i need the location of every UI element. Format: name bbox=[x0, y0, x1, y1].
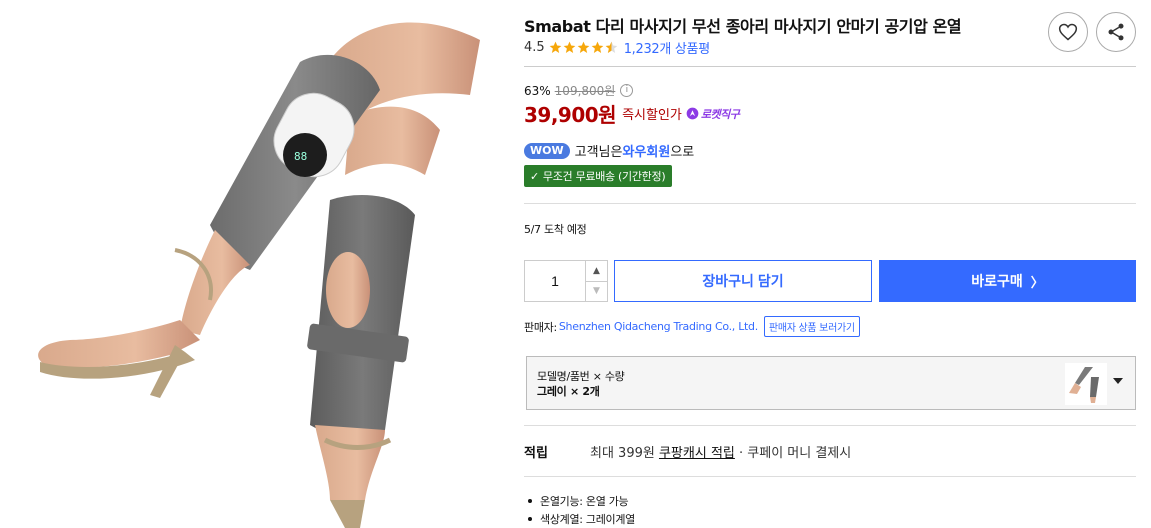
reward-text: 최대 399원 쿠팡캐시 적립 · 쿠페이 머니 결제시 bbox=[590, 442, 851, 461]
check-icon: ✓ bbox=[530, 169, 539, 183]
rating-value: 4.5 bbox=[524, 39, 545, 55]
star-icon bbox=[549, 41, 562, 53]
leg-massager-photo: 88 bbox=[38, 22, 480, 528]
review-count-link[interactable]: 1,232개 상품평 bbox=[624, 38, 711, 57]
seller-products-button[interactable]: 판매자 상품 보러가기 bbox=[763, 316, 860, 337]
option-label: 모델명/품번 × 수량 bbox=[537, 370, 625, 383]
wow-badge: WOW bbox=[524, 142, 570, 159]
reward-suffix: · 쿠페이 머니 결제시 bbox=[734, 446, 852, 461]
spec-list: 온열기능: 온열 가능 색상계열: 그레이계열 bbox=[524, 492, 635, 528]
membership-row: WOW 고객님은 와우회원 으로 bbox=[524, 141, 694, 160]
coupang-cash-link[interactable]: 쿠팡캐시 적립 bbox=[659, 446, 735, 461]
product-main-image[interactable]: 88 bbox=[0, 0, 500, 528]
caret-down-icon bbox=[1113, 378, 1123, 384]
option-selector[interactable]: 모델명/품번 × 수량 그레이 × 2개 bbox=[526, 356, 1136, 410]
rocket-badge-label: 로켓직구 bbox=[700, 107, 740, 121]
discount-percent: 63% bbox=[524, 83, 551, 98]
wishlist-button[interactable] bbox=[1048, 12, 1088, 52]
add-to-cart-button[interactable]: 장바구니 담기 bbox=[614, 260, 872, 302]
product-info-panel: Smabat 다리 마사지기 무선 종아리 마사지기 안마기 공기압 온열 4.… bbox=[524, 0, 1136, 528]
quantity-steps: ▲ ▼ bbox=[585, 261, 607, 301]
half-star-icon bbox=[605, 41, 618, 53]
discount-row: 63% 109,800원 i bbox=[524, 82, 634, 99]
spec-item: 색상계열: 그레이계열 bbox=[524, 510, 635, 528]
price-row: 39,900원 즉시할인가 로켓직구 bbox=[524, 99, 740, 128]
seller-label: 판매자: bbox=[524, 320, 557, 334]
star-icon bbox=[563, 41, 576, 53]
product-title: Smabat 다리 마사지기 무선 종아리 마사지기 안마기 공기압 온열 bbox=[524, 17, 962, 36]
heart-icon bbox=[1058, 23, 1078, 41]
delivery-estimate: 5/7 도착 예정 bbox=[524, 223, 587, 236]
reward-prefix: 최대 399원 bbox=[590, 446, 659, 461]
quantity-input[interactable] bbox=[525, 261, 585, 301]
original-price: 109,800원 bbox=[554, 84, 616, 98]
buy-now-label: 바로구매 bbox=[971, 273, 1023, 289]
info-icon[interactable]: i bbox=[620, 84, 634, 97]
divider bbox=[524, 203, 1136, 204]
buy-now-button[interactable]: 바로구매 〉 bbox=[879, 260, 1136, 302]
spec-item: 온열기능: 온열 가능 bbox=[524, 492, 635, 510]
divider bbox=[524, 476, 1136, 477]
share-icon bbox=[1108, 23, 1124, 41]
membership-prefix: 고객님은 bbox=[574, 145, 623, 160]
free-shipping-label: 무조건 무료배송 (기간한정) bbox=[542, 170, 666, 183]
membership-suffix: 으로 bbox=[670, 145, 695, 160]
svg-text:88: 88 bbox=[294, 150, 307, 163]
seller-row: 판매자: Shenzhen Qidacheng Trading Co., Ltd… bbox=[524, 316, 860, 337]
star-rating bbox=[549, 41, 619, 54]
reward-label: 적립 bbox=[524, 446, 548, 461]
quantity-decrease-icon[interactable]: ▼ bbox=[586, 282, 607, 302]
sale-price-label: 즉시할인가 bbox=[622, 108, 682, 123]
seller-name-link[interactable]: Shenzhen Qidacheng Trading Co., Ltd. bbox=[559, 320, 758, 333]
wow-member-link[interactable]: 와우회원 bbox=[622, 141, 670, 160]
rocket-direct-badge: 로켓직구 bbox=[686, 106, 740, 122]
star-icon bbox=[577, 41, 590, 53]
star-icon bbox=[591, 41, 604, 53]
option-value: 그레이 × 2개 bbox=[537, 385, 600, 398]
option-thumbnail bbox=[1065, 363, 1107, 405]
share-button[interactable] bbox=[1096, 12, 1136, 52]
quantity-stepper: ▲ ▼ bbox=[524, 260, 608, 302]
divider bbox=[524, 425, 1136, 426]
divider bbox=[524, 66, 1136, 67]
sale-price: 39,900원 bbox=[524, 103, 617, 127]
rating-row: 4.5 1,232개 상품평 bbox=[524, 38, 711, 57]
free-shipping-badge: ✓ 무조건 무료배송 (기간한정) bbox=[524, 165, 673, 187]
quantity-increase-icon[interactable]: ▲ bbox=[586, 261, 607, 282]
rocket-icon bbox=[686, 107, 699, 120]
chevron-right-icon: 〉 bbox=[1030, 274, 1044, 290]
option-thumbnail-image bbox=[1069, 367, 1099, 403]
reward-row: 적립 최대 399원 쿠팡캐시 적립 · 쿠페이 머니 결제시 bbox=[524, 442, 1136, 461]
